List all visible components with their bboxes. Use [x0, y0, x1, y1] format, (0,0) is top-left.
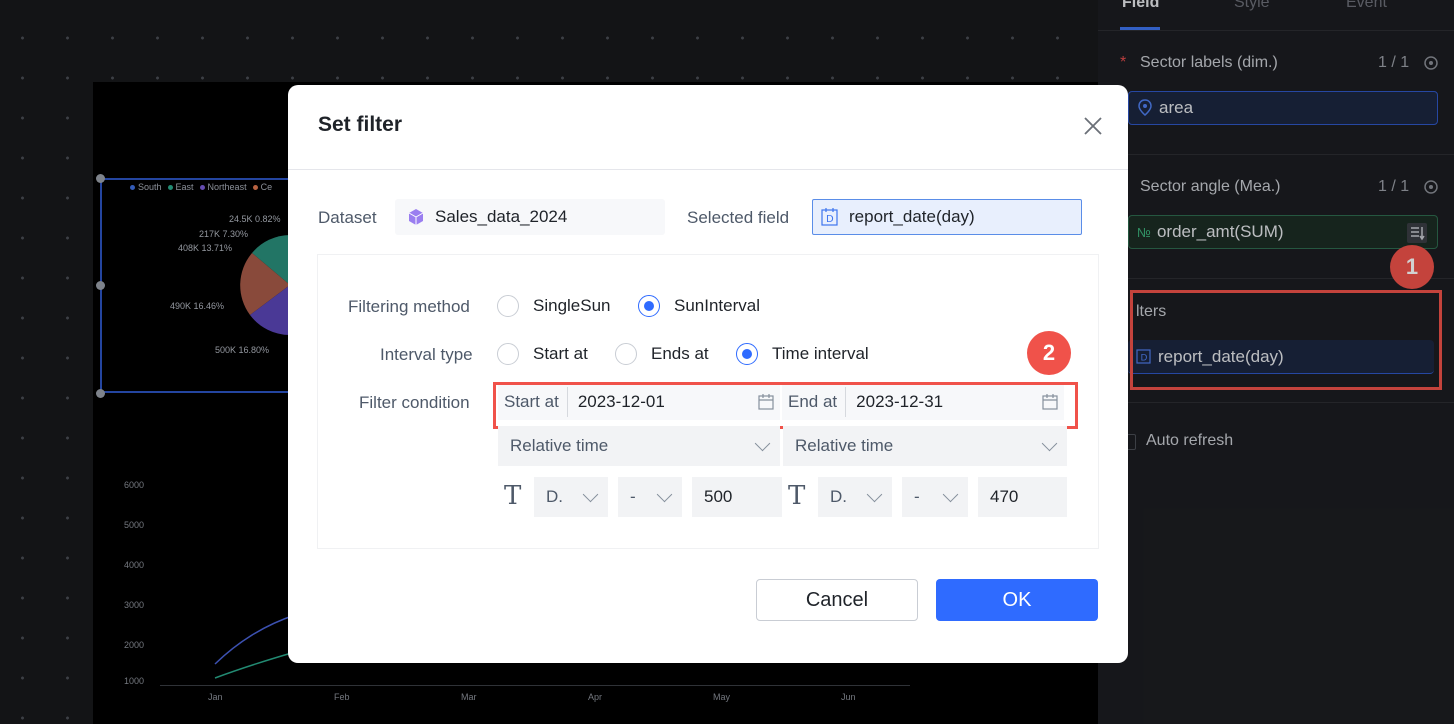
dataset-cube-icon: [408, 209, 424, 225]
dataset-name: Sales_data_2024: [435, 207, 568, 226]
radio-label: SingleSun: [533, 296, 611, 315]
annotation-badge-2: 2: [1027, 331, 1071, 375]
dialog-title: Set filter: [318, 113, 403, 136]
text-type-icon: T: [504, 481, 522, 511]
interval-option-start[interactable]: Start at: [497, 343, 588, 365]
radio-button[interactable]: [497, 343, 519, 365]
interval-type-label: Interval type: [380, 345, 473, 364]
dataset-box: Sales_data_2024: [395, 199, 665, 235]
relative-time-select-start[interactable]: Relative time: [498, 426, 780, 466]
highlight-box-filter-condition: [493, 382, 1078, 429]
interval-option-ends[interactable]: Ends at: [615, 343, 709, 365]
relative-time-select-end[interactable]: Relative time: [783, 426, 1067, 466]
unit-select-end[interactable]: D.: [818, 477, 892, 517]
dialog-header-divider: [288, 169, 1128, 170]
input-value: 500: [704, 487, 733, 506]
method-option-single[interactable]: SingleSun: [497, 295, 611, 317]
selected-field-box: D report_date(day): [812, 199, 1082, 235]
radio-button-selected[interactable]: [638, 295, 660, 317]
select-value: D.: [546, 487, 563, 506]
filtering-method-label: Filtering method: [348, 297, 470, 316]
chevron-down-icon: [656, 486, 673, 503]
radio-label: SunInterval: [674, 296, 760, 315]
selected-field-name: report_date(day): [849, 207, 975, 226]
method-option-interval[interactable]: SunInterval: [638, 295, 760, 317]
selected-field-label: Selected field: [687, 208, 790, 227]
filter-condition-label: Filter condition: [359, 393, 470, 412]
chevron-down-icon: [866, 486, 883, 503]
select-value: Relative time: [510, 436, 609, 455]
offset-input-end[interactable]: 470: [978, 477, 1067, 517]
radio-label: Ends at: [651, 344, 709, 363]
chevron-down-icon: [942, 486, 959, 503]
offset-input-start[interactable]: 500: [692, 477, 782, 517]
direction-select-start[interactable]: -: [618, 477, 682, 517]
direction-select-end[interactable]: -: [902, 477, 968, 517]
chevron-down-icon: [1041, 435, 1058, 452]
select-value: -: [630, 487, 636, 506]
chevron-down-icon: [754, 435, 771, 452]
radio-label: Start at: [533, 344, 588, 363]
select-value: Relative time: [795, 436, 894, 455]
radio-button-selected[interactable]: [736, 343, 758, 365]
ok-button[interactable]: OK: [936, 579, 1098, 621]
set-filter-dialog: Set filter Dataset Sales_data_2024 Selec…: [288, 85, 1128, 663]
input-value: 470: [990, 487, 1019, 506]
chevron-down-icon: [582, 486, 599, 503]
svg-text:D: D: [826, 214, 834, 225]
radio-button[interactable]: [615, 343, 637, 365]
select-value: D.: [830, 487, 847, 506]
cancel-button[interactable]: Cancel: [756, 579, 918, 621]
text-type-icon: T: [788, 481, 806, 511]
interval-option-time[interactable]: Time interval: [736, 343, 869, 365]
date-field-icon: D: [821, 208, 838, 226]
radio-button[interactable]: [497, 295, 519, 317]
close-icon[interactable]: [1083, 116, 1103, 136]
radio-label: Time interval: [772, 344, 869, 363]
dataset-label: Dataset: [318, 208, 377, 227]
select-value: -: [914, 487, 920, 506]
unit-select-start[interactable]: D.: [534, 477, 608, 517]
